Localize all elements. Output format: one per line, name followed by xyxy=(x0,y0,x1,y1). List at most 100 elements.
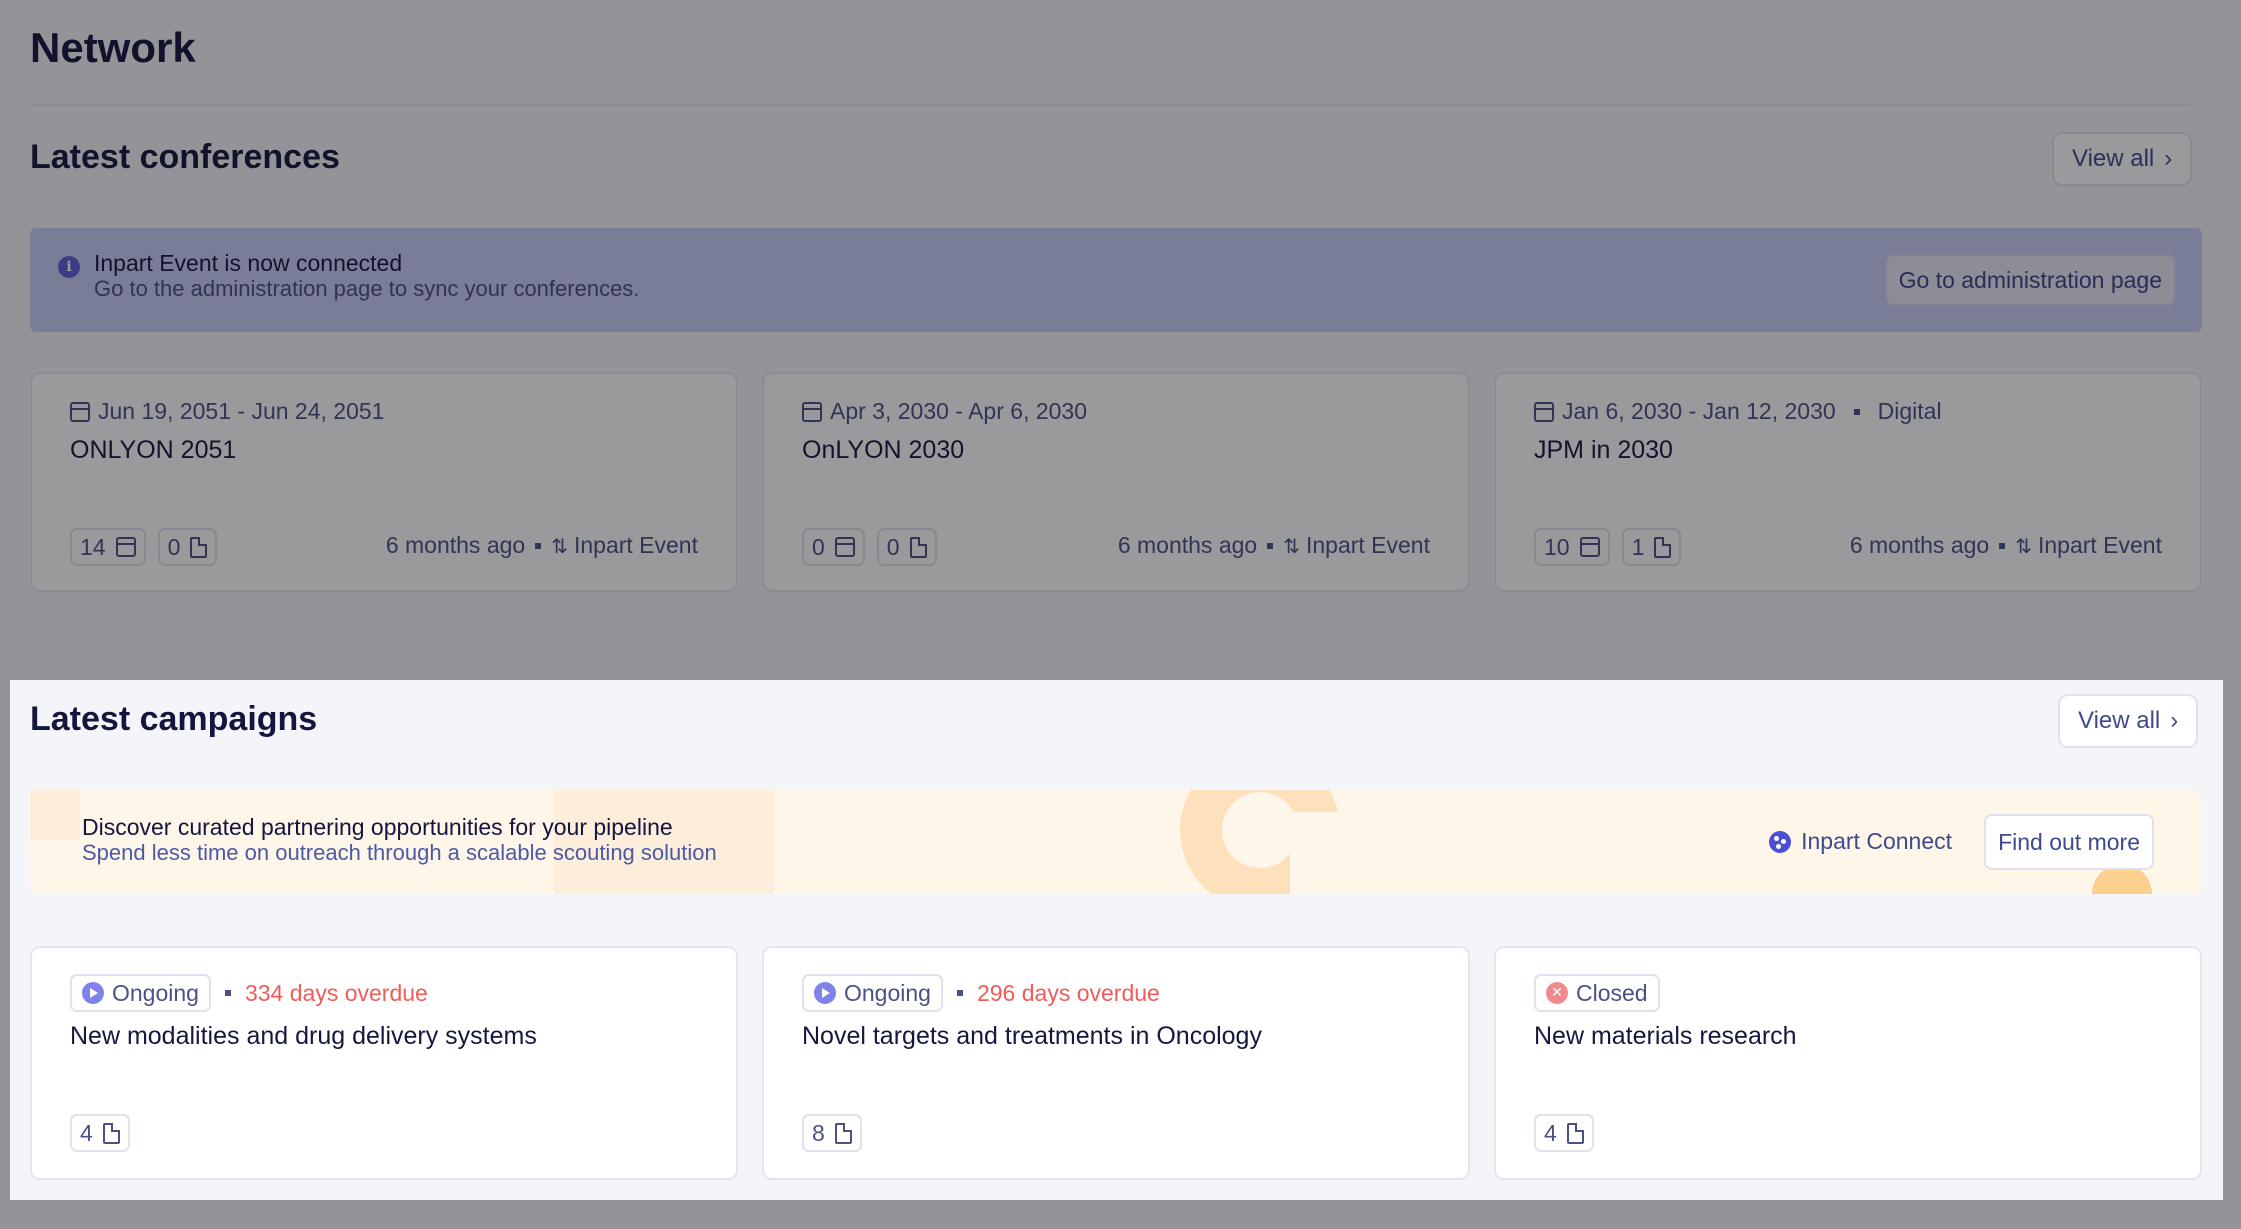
calendar-icon xyxy=(1579,537,1600,557)
campaigns-section-title: Latest campaigns xyxy=(30,700,318,738)
separator-dot xyxy=(224,990,231,996)
title-divider xyxy=(30,104,2190,106)
status-badge: Ongoing xyxy=(802,974,943,1012)
network-page: Network Latest conferences View all › i … xyxy=(0,0,2241,1229)
chevron-right-icon: › xyxy=(2164,145,2173,172)
meetings-count: 0 xyxy=(802,528,865,566)
sync-arrows-icon: ⇅ xyxy=(1283,533,1300,558)
documents-count-value: 4 xyxy=(80,1119,93,1146)
separator-dot xyxy=(535,542,542,549)
meetings-count: 10 xyxy=(1534,528,1610,566)
documents-count-value: 1 xyxy=(1631,533,1645,560)
separator-dot xyxy=(1999,542,2006,549)
conferences-section-title: Latest conferences xyxy=(30,138,340,176)
conferences-view-all-button[interactable]: View all › xyxy=(2052,132,2193,186)
banner-subtext: Go to the administration page to sync yo… xyxy=(94,276,640,301)
conference-meta: 6 months ago ⇅ Inpart Event xyxy=(386,532,698,559)
meetings-count-value: 10 xyxy=(1544,533,1570,560)
inpart-event-banner: i Inpart Event is now connected Go to th… xyxy=(30,228,2202,332)
campaign-status-row: ✕ Closed xyxy=(1534,974,1660,1012)
conference-meta: 6 months ago ⇅ Inpart Event xyxy=(1850,532,2162,559)
campaign-name: New modalities and drug delivery systems xyxy=(70,1022,537,1050)
sync-arrows-icon: ⇅ xyxy=(2015,533,2032,558)
calendar-icon xyxy=(115,537,136,557)
inpart-connect-banner: Discover curated partnering opportunitie… xyxy=(30,790,2202,894)
conference-card[interactable]: Jan 6, 2030 - Jan 12, 2030 Digital JPM i… xyxy=(1494,372,2202,592)
conference-format: Digital xyxy=(1877,398,1942,424)
inpart-connect-logo-icon xyxy=(1769,830,1792,853)
campaign-card[interactable]: ✕ Closed New materials research 4 xyxy=(1494,946,2202,1180)
conference-name: ONLYON 2051 xyxy=(70,436,237,464)
documents-count-value: 4 xyxy=(1544,1119,1557,1146)
date-range: Apr 3, 2030 - Apr 6, 2030 xyxy=(830,398,1088,424)
banner-decoration xyxy=(1290,812,1370,894)
campaign-status-row: Ongoing 296 days overdue xyxy=(802,974,1160,1012)
banner-heading: Discover curated partnering opportunitie… xyxy=(82,814,673,840)
conference-date: Apr 3, 2030 - Apr 6, 2030 xyxy=(802,398,1087,425)
documents-count: 4 xyxy=(1534,1114,1594,1152)
campaign-card[interactable]: Ongoing 296 days overdue Novel targets a… xyxy=(762,946,1470,1180)
focus-overlay-bottom xyxy=(0,1200,2241,1229)
meetings-count-value: 14 xyxy=(80,533,106,560)
conference-card[interactable]: Apr 3, 2030 - Apr 6, 2030 OnLYON 2030 0 … xyxy=(762,372,1470,592)
conference-meta: 6 months ago ⇅ Inpart Event xyxy=(1118,532,1430,559)
banner-decoration xyxy=(30,790,80,840)
campaign-name: New materials research xyxy=(1534,1022,1797,1050)
status-badge: ✕ Closed xyxy=(1534,974,1660,1012)
find-out-more-button[interactable]: Find out more xyxy=(1984,814,2154,870)
documents-count-value: 0 xyxy=(886,533,900,560)
campaigns-view-all-button[interactable]: View all › xyxy=(2058,694,2199,748)
meetings-count: 14 xyxy=(70,528,146,566)
brand-name: Inpart Connect xyxy=(1801,828,1952,854)
view-all-label: View all xyxy=(2072,145,2155,172)
source-name: Inpart Event xyxy=(573,532,698,558)
document-icon xyxy=(1654,536,1672,558)
document-icon xyxy=(834,1122,852,1144)
overdue-label: 296 days overdue xyxy=(976,979,1160,1006)
campaign-counters: 4 xyxy=(1534,1114,1594,1152)
campaign-card[interactable]: Ongoing 334 days overdue New modalities … xyxy=(30,946,738,1180)
documents-count: 0 xyxy=(157,528,218,566)
calendar-icon xyxy=(834,537,855,557)
page-title: Network xyxy=(30,24,196,71)
chevron-right-icon: › xyxy=(2170,707,2179,734)
source-name: Inpart Event xyxy=(2037,532,2162,558)
conference-card[interactable]: Jun 19, 2051 - Jun 24, 2051 ONLYON 2051 … xyxy=(30,372,738,592)
conference-name: JPM in 2030 xyxy=(1534,436,1673,464)
closed-x-icon: ✕ xyxy=(1546,982,1568,1004)
overdue-label: 334 days overdue xyxy=(244,979,428,1006)
campaign-name: Novel targets and treatments in Oncology xyxy=(802,1022,1262,1050)
documents-count: 4 xyxy=(70,1114,130,1152)
go-to-administration-button[interactable]: Go to administration page xyxy=(1884,254,2176,306)
campaign-status-row: Ongoing 334 days overdue xyxy=(70,974,428,1012)
date-range: Jun 19, 2051 - Jun 24, 2051 xyxy=(98,398,385,424)
info-icon: i xyxy=(58,256,80,278)
conference-date: Jan 6, 2030 - Jan 12, 2030 Digital xyxy=(1534,398,1942,425)
source-name: Inpart Event xyxy=(1305,532,1430,558)
inpart-connect-brand: Inpart Connect xyxy=(1769,828,1952,855)
conference-name: OnLYON 2030 xyxy=(802,436,965,464)
separator-dot xyxy=(1853,408,1860,415)
status-badge: Ongoing xyxy=(70,974,211,1012)
documents-count: 1 xyxy=(1621,528,1682,566)
play-icon xyxy=(82,982,104,1004)
conference-counters: 0 0 xyxy=(802,528,937,566)
focus-overlay-left xyxy=(0,680,10,1200)
campaign-counters: 8 xyxy=(802,1114,862,1152)
campaign-counters: 4 xyxy=(70,1114,130,1152)
view-all-label: View all xyxy=(2078,707,2161,734)
document-icon xyxy=(190,536,208,558)
documents-count: 8 xyxy=(802,1114,862,1152)
conference-counters: 14 0 xyxy=(70,528,218,566)
conference-date: Jun 19, 2051 - Jun 24, 2051 xyxy=(70,398,384,425)
sync-arrows-icon: ⇅ xyxy=(551,533,568,558)
calendar-icon xyxy=(802,401,822,422)
document-icon xyxy=(102,1122,120,1144)
updated-time: 6 months ago xyxy=(385,532,526,558)
calendar-icon xyxy=(70,401,90,422)
date-range: Jan 6, 2030 - Jan 12, 2030 xyxy=(1562,398,1836,424)
calendar-icon xyxy=(1534,401,1554,422)
status-label: Ongoing xyxy=(112,979,199,1006)
status-label: Ongoing xyxy=(844,979,931,1006)
separator-dot xyxy=(1267,542,1274,549)
